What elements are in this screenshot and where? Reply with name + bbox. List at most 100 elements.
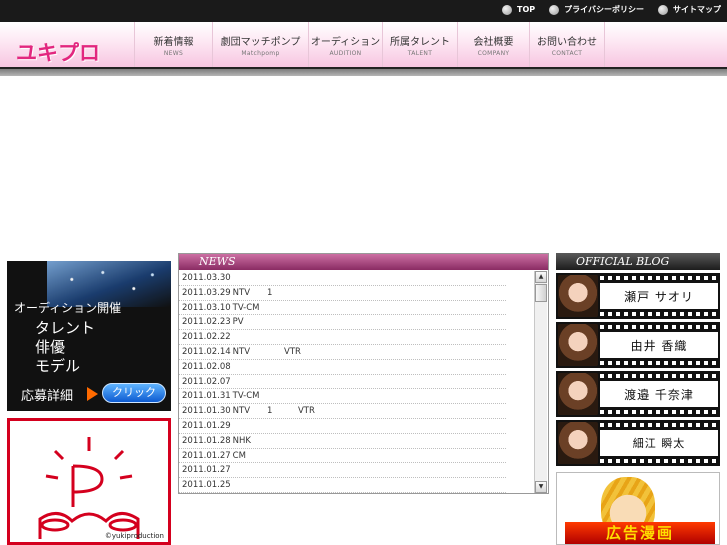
nav-sublabel: Matchpomp [241, 49, 280, 57]
blog-item[interactable]: 由井 香織 [556, 322, 720, 368]
nav-label: 所属タレント [390, 36, 450, 48]
talent-photo [558, 324, 598, 366]
talent-photo [558, 373, 598, 415]
arrow-right-icon [87, 387, 98, 401]
blog-item[interactable]: 渡邉 千奈津 [556, 371, 720, 417]
audition-category: タレント [35, 319, 96, 337]
news-date: 2011.01.29 [182, 420, 231, 431]
top-link-label: サイトマップ [673, 5, 721, 14]
top-link-label: TOP [517, 5, 536, 14]
news-date: 2011.01.25 [182, 480, 231, 491]
nav-sublabel: TALENT [407, 49, 433, 57]
news-text: NTV 1 VTR [232, 406, 315, 417]
news-row[interactable]: 2011.02.14 NTV VTR [179, 345, 506, 360]
news-row[interactable]: 2011.01.31 TV-CM [179, 389, 506, 405]
talent-name: 瀬戸 サオリ [600, 283, 718, 309]
nav-company[interactable]: 会社概要 COMPANY [457, 22, 529, 67]
nav-news[interactable]: 新着情報 NEWS [134, 22, 212, 67]
news-date: 2011.02.07 [182, 376, 231, 387]
talent-name: 由井 香織 [600, 332, 718, 358]
top-utility-bar: TOP プライバシーポリシー サイトマップ [0, 0, 727, 22]
site-header: ユキプロ 新着情報 NEWS 劇団マッチポンプ Matchpomp オーディショ… [0, 22, 727, 69]
audition-category: モデル [35, 357, 81, 375]
blog-item[interactable]: 瀬戸 サオリ [556, 273, 720, 319]
nav-contact[interactable]: お問い合わせ CONTACT [529, 22, 605, 67]
news-date: 2011.01.30 [182, 406, 231, 417]
news-date: 2011.02.23 [182, 317, 231, 328]
scroll-down-icon[interactable]: ▼ [535, 481, 547, 493]
audition-categories: タレント 俳優 モデル [35, 319, 95, 376]
film-strip [600, 325, 720, 329]
news-row[interactable]: 2011.02.23 PV [179, 315, 506, 331]
news-text: TV-CM [232, 391, 260, 402]
talent-name: 細江 瞬太 [600, 430, 718, 456]
nav-label: 新着情報 [153, 36, 194, 48]
top-link-label: プライバシーポリシー [564, 5, 644, 14]
audition-apply-text: 応募詳細 [21, 389, 74, 404]
film-strip [600, 459, 720, 463]
news-panel: NEWS 2011.03.30 2011.03.29 NTV 1 2011.03.… [178, 253, 549, 494]
news-row[interactable]: 2011.03.29 NTV 1 [179, 286, 506, 301]
nav-matchpomp[interactable]: 劇団マッチポンプ Matchpomp [212, 22, 308, 67]
news-text: NTV 1 [232, 287, 273, 298]
talent-photo [558, 422, 598, 464]
news-row[interactable]: 2011.02.08 [179, 360, 506, 375]
nav-sublabel: COMPANY [477, 49, 510, 57]
official-blog-panel: OFFICIAL BLOG 瀬戸 サオリ 由井 香織 渡邉 千奈津 細江 瞬太 [556, 253, 720, 466]
news-text: NHK [232, 435, 251, 446]
pm-logo-icon [38, 437, 140, 539]
bullet-icon [658, 4, 668, 15]
news-row[interactable]: 2011.01.27 [179, 463, 506, 479]
bullet-icon [549, 4, 560, 15]
top-link-privacy[interactable]: プライバシーポリシー [549, 4, 644, 15]
news-row[interactable]: 2011.01.30 NTV 1 VTR [179, 404, 506, 419]
top-link-top[interactable]: TOP [502, 4, 535, 15]
production-logo-banner[interactable]: ©yukiproduction [7, 418, 171, 545]
news-date: 2011.03.29 [182, 287, 231, 298]
nav-talent[interactable]: 所属タレント TALENT [382, 22, 457, 67]
news-row[interactable]: 2011.01.29 [179, 419, 506, 434]
talent-name: 渡邉 千奈津 [600, 381, 718, 407]
news-row[interactable]: 2011.03.30 [179, 271, 506, 286]
news-date: 2011.02.22 [182, 332, 231, 343]
audition-click-button[interactable]: クリック [102, 383, 166, 403]
nav-audition[interactable]: オーディション AUDITION [308, 22, 382, 67]
news-row[interactable]: 2011.01.27 CM [179, 449, 506, 464]
news-scrollbar[interactable]: ▲ ▼ [534, 271, 547, 493]
manga-banner[interactable]: 広告漫画 [556, 472, 720, 545]
manga-title: 広告漫画 [565, 522, 715, 544]
news-row[interactable]: 2011.03.10 TV-CM [179, 301, 506, 316]
audition-title: オーディション開催 [14, 301, 122, 315]
top-links: TOP プライバシーポリシー サイトマップ [502, 4, 721, 15]
news-row[interactable]: 2011.02.22 [179, 330, 506, 345]
news-text: CM [232, 450, 246, 461]
news-row[interactable]: 2011.01.28 NHK [179, 434, 506, 449]
nav-sublabel: CONTACT [551, 49, 583, 57]
news-date: 2011.01.27 [182, 450, 231, 461]
header-divider-band [0, 69, 727, 76]
news-list: 2011.03.30 2011.03.29 NTV 1 2011.03.10 TV-… [179, 271, 532, 493]
film-strip [600, 410, 720, 414]
news-date: 2011.03.10 [182, 302, 231, 313]
audition-banner[interactable]: オーディション開催 タレント 俳優 モデル 応募詳細 クリック [7, 261, 171, 411]
nav-sublabel: AUDITION [329, 49, 362, 57]
film-strip [600, 374, 720, 378]
site-logo[interactable]: ユキプロ [16, 37, 100, 67]
news-date: 2011.01.31 [182, 391, 231, 402]
film-strip [600, 361, 720, 365]
scrollbar-thumb[interactable] [535, 284, 547, 302]
nav-label: お問い合わせ [537, 36, 597, 48]
nav-label: 劇団マッチポンプ [220, 36, 301, 48]
nav-label: 会社概要 [473, 36, 514, 48]
news-date: 2011.02.08 [182, 361, 231, 372]
news-row[interactable]: 2011.02.07 [179, 375, 506, 390]
blog-item[interactable]: 細江 瞬太 [556, 420, 720, 466]
news-date: 2011.02.14 [182, 346, 231, 357]
main-nav: 新着情報 NEWS 劇団マッチポンプ Matchpomp オーディション AUD… [134, 22, 605, 67]
film-strip [600, 276, 720, 280]
news-row[interactable]: 2011.01.25 [179, 478, 506, 493]
news-date: 2011.03.30 [182, 273, 231, 283]
news-heading: NEWS [179, 254, 548, 270]
top-link-sitemap[interactable]: サイトマップ [658, 4, 721, 15]
scroll-up-icon[interactable]: ▲ [535, 271, 547, 283]
